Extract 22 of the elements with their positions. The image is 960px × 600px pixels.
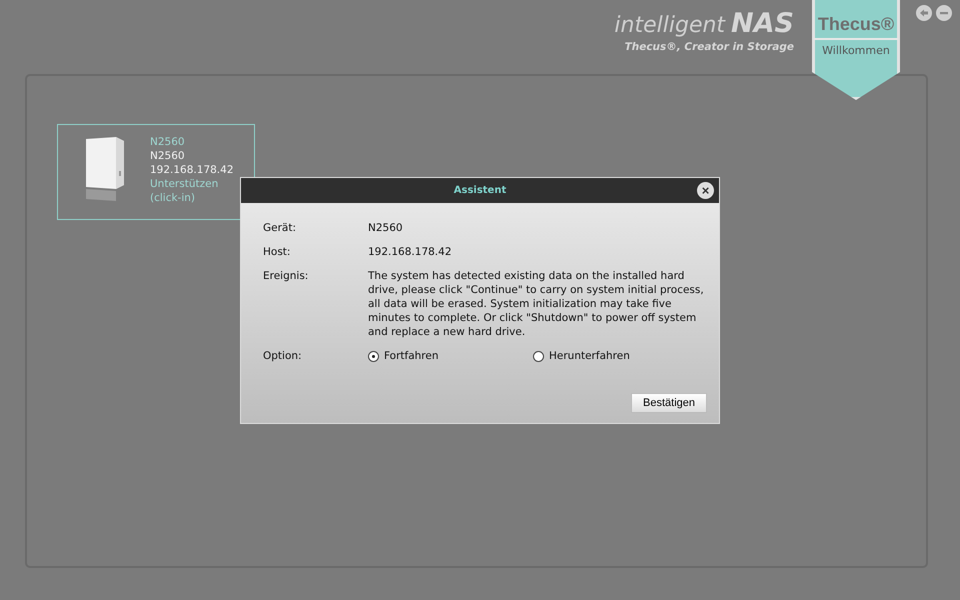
field-label: Option: [263, 349, 303, 363]
field-label: Ereignis: [263, 269, 310, 284]
close-button[interactable]: × [697, 182, 714, 199]
badge-label: Willkommen [822, 44, 890, 57]
radio-option[interactable]: Herunterfahren [533, 349, 698, 363]
device-model: N2560 [150, 149, 186, 163]
field-value: 192.168.178.42 [368, 245, 452, 259]
logo-text: intelligent [614, 13, 726, 38]
field-value: N2560 [368, 221, 404, 235]
field-label: Gerät: [263, 221, 298, 235]
tagline: Thecus®, Creator in Storage [624, 41, 794, 53]
dialog-title: Assistent [454, 185, 506, 196]
field-value: The system has detected existing data on the installed hard drive, please click "Continue" to carry on system initial process, all data will be erased. System initialization may take five minutes to complete. Or click "Shutdown" to power off system and replace a new hard drive. [368, 269, 705, 339]
device-ip: 192.168.178.42 [150, 163, 234, 177]
radio-option[interactable]: Fortfahren [368, 349, 533, 363]
confirm-button[interactable]: Bestätigen [631, 393, 707, 413]
field-label: Host: [263, 245, 292, 259]
back-icon[interactable] [916, 5, 932, 21]
badge-brand: Thecus® [814, 14, 898, 40]
minimize-icon[interactable] [936, 5, 952, 21]
device-name: N2560 [150, 135, 186, 149]
logo-text: NAS [731, 8, 794, 39]
